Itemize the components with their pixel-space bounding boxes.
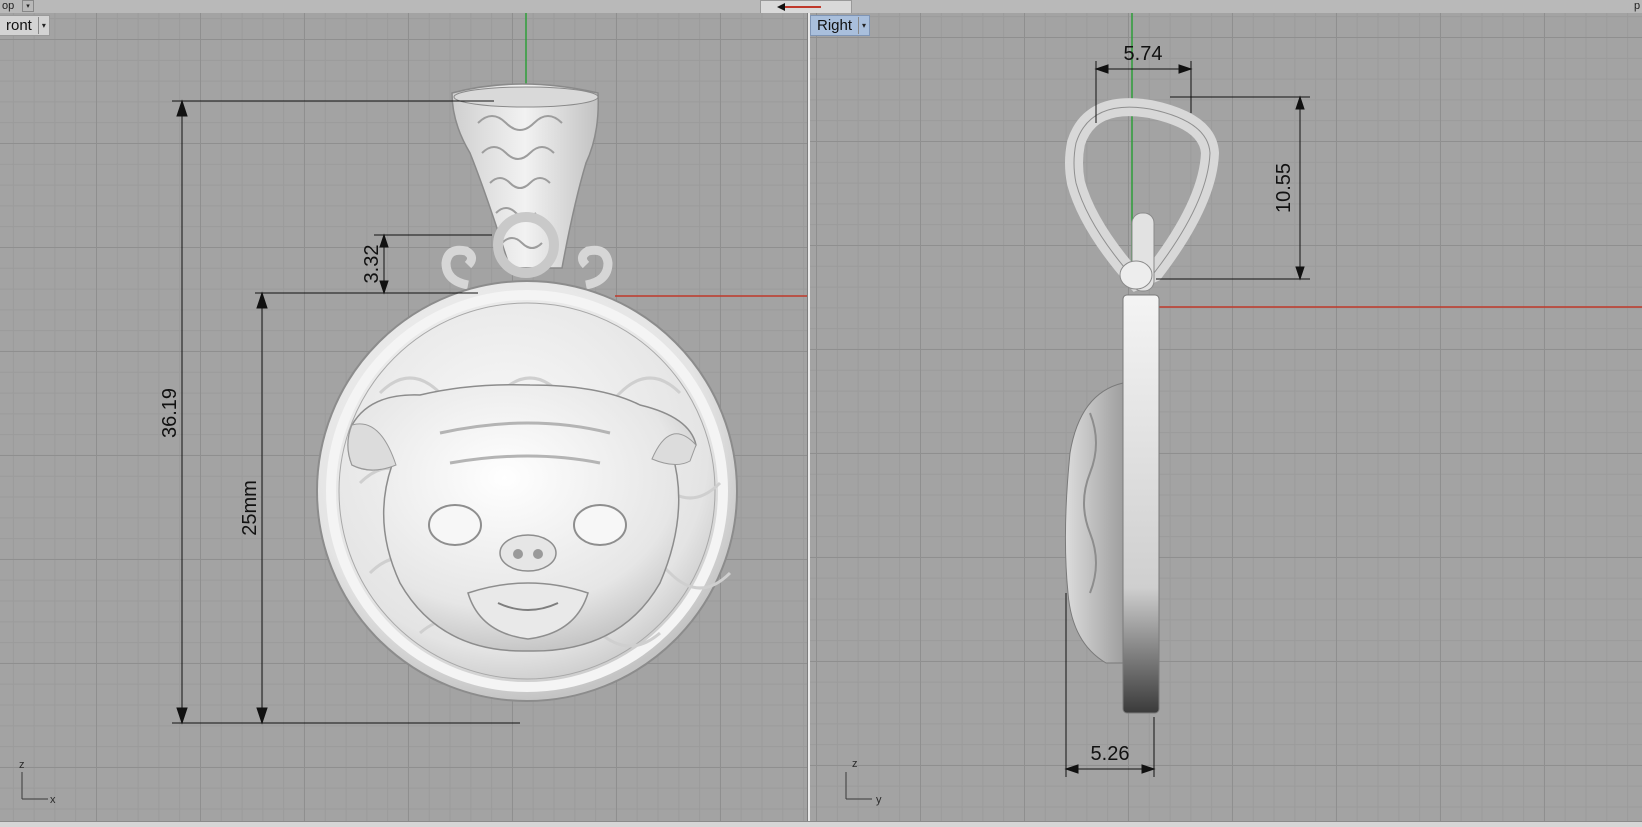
top-right-label: p bbox=[1634, 0, 1641, 12]
side-pendant-body bbox=[1064, 294, 1160, 714]
svg-text:y: y bbox=[876, 794, 882, 806]
dim-bail-height: 10.55 bbox=[1273, 163, 1295, 213]
dim-disc-diameter: 25mm bbox=[239, 480, 261, 536]
right-canvas: 5.74 10.55 5.26 z y bbox=[845, 13, 1642, 806]
svg-text:z: z bbox=[852, 758, 858, 770]
axis-triad-icon: z x bbox=[19, 759, 56, 806]
axis-triad-icon: z y bbox=[845, 758, 882, 806]
front-viewport[interactable]: ront ▾ 36.19 25mm 3.32 z x bbox=[0, 13, 807, 821]
front-canvas: 36.19 25mm 3.32 z x bbox=[19, 13, 807, 806]
pendant-bail bbox=[451, 83, 599, 278]
dim-bail-width: 5.74 bbox=[1124, 43, 1163, 65]
top-viewport-dropdown-icon[interactable]: ▾ bbox=[22, 0, 34, 12]
svg-text:x: x bbox=[50, 794, 56, 806]
dim-bail-gap: 3.32 bbox=[361, 245, 383, 284]
top-viewport-label[interactable]: op bbox=[2, 0, 14, 12]
viewport-resize-handle[interactable] bbox=[760, 0, 852, 14]
right-viewport[interactable]: Right ▾ 5.74 10.55 5.26 z y bbox=[810, 13, 1642, 821]
side-bail-loop bbox=[1065, 98, 1220, 292]
arrow-left-icon bbox=[777, 3, 821, 11]
dim-total-height: 36.19 bbox=[159, 388, 181, 438]
svg-text:z: z bbox=[19, 759, 25, 771]
bottom-tab-strip[interactable] bbox=[0, 821, 1642, 827]
top-toolbar-strip: op ▾ p bbox=[0, 0, 1642, 14]
dim-depth: 5.26 bbox=[1091, 743, 1130, 765]
